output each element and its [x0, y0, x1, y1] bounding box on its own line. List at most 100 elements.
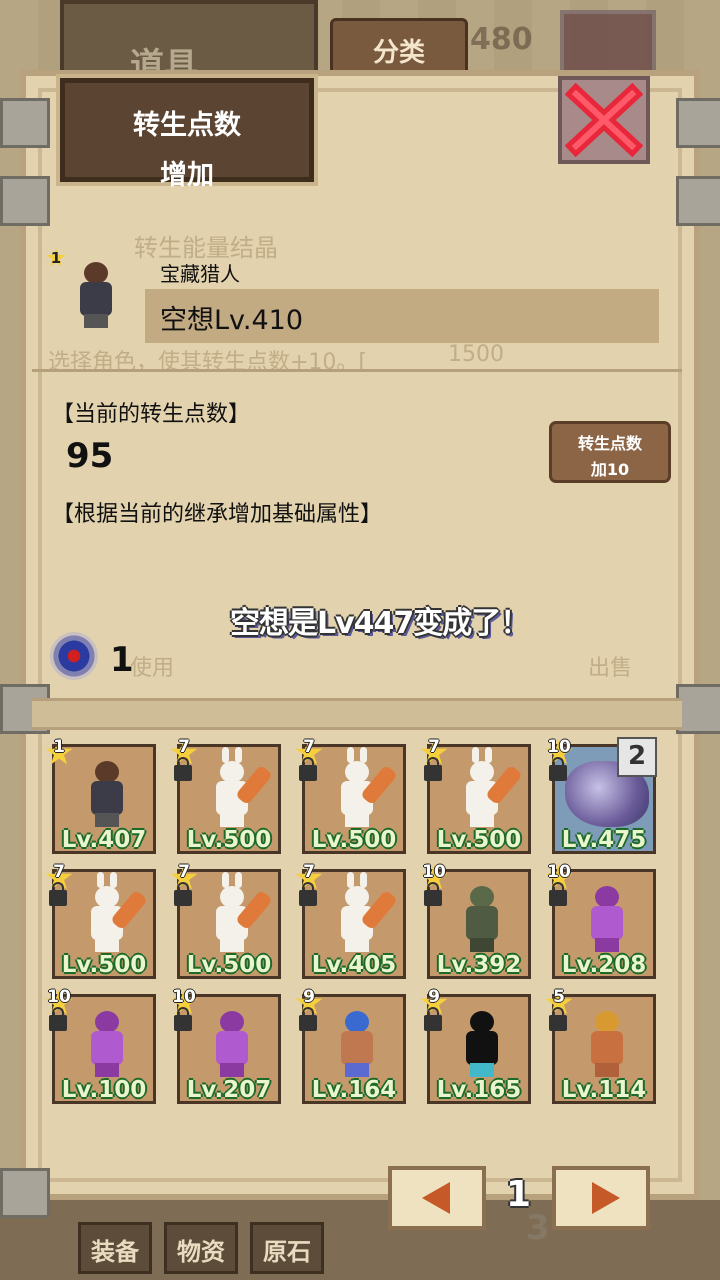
character-card[interactable]: 7 Lv.500 — [45, 862, 156, 979]
card-rank: 7 — [303, 862, 315, 882]
lock-icon — [299, 757, 317, 781]
character-card[interactable]: 7 Lv.500 — [295, 737, 406, 854]
card-rank: 9 — [303, 987, 315, 1007]
dialog-title-line1: 转生点数 — [133, 110, 241, 141]
faded-sell-button: 出售 — [588, 656, 633, 681]
lock-icon — [424, 882, 442, 906]
card-level: Lv.500 — [186, 952, 272, 978]
character-card[interactable]: 10 Lv.100 — [45, 987, 156, 1104]
card-rank: 5 — [553, 987, 565, 1007]
tab-ores[interactable]: 原石 — [250, 1222, 324, 1274]
pirate-portrait — [331, 1007, 383, 1077]
card-level: Lv.208 — [561, 952, 647, 978]
dialog-title-line2: 增加 — [160, 160, 214, 191]
lock-icon — [549, 757, 567, 781]
section-divider — [32, 698, 682, 730]
card-rank: 10 — [422, 862, 446, 882]
arrow-right-icon — [592, 1182, 620, 1214]
lock-icon — [424, 1007, 442, 1031]
prev-page-button[interactable] — [388, 1166, 486, 1230]
character-name-level: 空想Lv.410 — [160, 305, 304, 336]
lock-icon — [174, 882, 192, 906]
dialog-title: 转生点数 增加 — [56, 74, 318, 191]
character-card[interactable]: 1 Lv.407 — [45, 737, 156, 854]
page-number: 1 — [506, 1174, 532, 1215]
crystal-count: 1 — [110, 640, 134, 680]
lock-icon — [49, 1007, 67, 1031]
inherit-label: 【根据当前的继承增加基础属性】 — [52, 502, 383, 527]
card-level: Lv.164 — [311, 1077, 397, 1103]
corner-bolt-icon — [0, 98, 50, 148]
next-page-button[interactable] — [552, 1166, 650, 1230]
character-card[interactable]: 10 Lv.208 — [545, 862, 656, 979]
card-rank: 7 — [53, 862, 65, 882]
corner-bolt-icon — [0, 1168, 50, 1218]
tab-materials[interactable]: 物资 — [164, 1222, 238, 1274]
card-level: Lv.500 — [186, 827, 272, 853]
tab-equipment[interactable]: 装备 — [78, 1222, 152, 1274]
arrow-left-icon — [422, 1182, 450, 1214]
card-level: Lv.407 — [61, 827, 147, 853]
card-rank: 10 — [172, 987, 196, 1007]
duplicate-count: 2 — [617, 737, 657, 777]
card-rank: 7 — [303, 737, 315, 757]
card-level: Lv.500 — [436, 827, 522, 853]
character-rank: 1 — [50, 249, 62, 267]
add-points-button[interactable]: 转生点数 加10 — [549, 421, 671, 483]
card-rank: 10 — [47, 987, 71, 1007]
lock-icon — [299, 882, 317, 906]
card-level: Lv.392 — [436, 952, 522, 978]
card-rank: 7 — [178, 737, 190, 757]
divider — [32, 369, 682, 372]
character-class: 宝藏猎人 — [160, 262, 240, 286]
character-card[interactable]: 5 Lv.114 — [545, 987, 656, 1104]
character-card[interactable]: 7 Lv.500 — [170, 862, 281, 979]
corner-bolt-icon — [676, 98, 720, 148]
card-rank: 9 — [428, 987, 440, 1007]
card-level: Lv.100 — [61, 1077, 147, 1103]
ninja-portrait — [206, 1007, 258, 1077]
background-count: 480 — [470, 22, 533, 57]
faded-use-button: 使用 — [130, 656, 175, 681]
add-points-button-line1: 转生点数 — [577, 434, 642, 453]
hunter-portrait — [81, 757, 133, 827]
lock-icon — [549, 1007, 567, 1031]
card-rank: 10 — [547, 862, 571, 882]
character-card[interactable]: 7 Lv.405 — [295, 862, 406, 979]
lock-icon — [174, 757, 192, 781]
character-card[interactable]: 9 Lv.164 — [295, 987, 406, 1104]
lock-icon — [49, 882, 67, 906]
faded-item-price: 1500 — [448, 342, 504, 367]
lock-icon — [174, 1007, 192, 1031]
character-card[interactable]: 10 Lv.207 — [170, 987, 281, 1104]
card-level: Lv.500 — [61, 952, 147, 978]
card-rank: 1 — [53, 737, 65, 757]
add-points-button-line2: 加10 — [590, 460, 630, 479]
card-rank: 7 — [178, 862, 190, 882]
lock-icon — [549, 882, 567, 906]
lock-icon — [299, 1007, 317, 1031]
character-card[interactable]: 10 Lv.392 — [420, 862, 531, 979]
character-card[interactable]: 9 Lv.165 — [420, 987, 531, 1104]
card-level: Lv.475 — [561, 827, 647, 853]
zombie-portrait — [456, 882, 508, 952]
level-up-notice: 空想是Lv447变成了！ — [230, 606, 530, 641]
character-card[interactable]: 7 Lv.500 — [420, 737, 531, 854]
character-portrait — [70, 258, 122, 328]
card-rank: 7 — [428, 737, 440, 757]
card-level: Lv.165 — [436, 1077, 522, 1103]
card-level: Lv.114 — [561, 1077, 647, 1103]
shadow-portrait — [456, 1007, 508, 1077]
close-button[interactable] — [558, 76, 650, 164]
card-rank: 10 — [547, 737, 571, 757]
current-points-value: 95 — [66, 436, 114, 476]
character-card[interactable]: 10 2 Lv.475 — [545, 737, 657, 854]
crystal-icon — [50, 632, 98, 680]
close-icon — [564, 82, 644, 158]
corner-bolt-icon — [676, 684, 720, 734]
lock-icon — [424, 757, 442, 781]
ninja-portrait — [81, 1007, 133, 1077]
corner-bolt-icon — [0, 176, 50, 226]
character-card[interactable]: 7 Lv.500 — [170, 737, 281, 854]
card-level: Lv.500 — [311, 827, 397, 853]
